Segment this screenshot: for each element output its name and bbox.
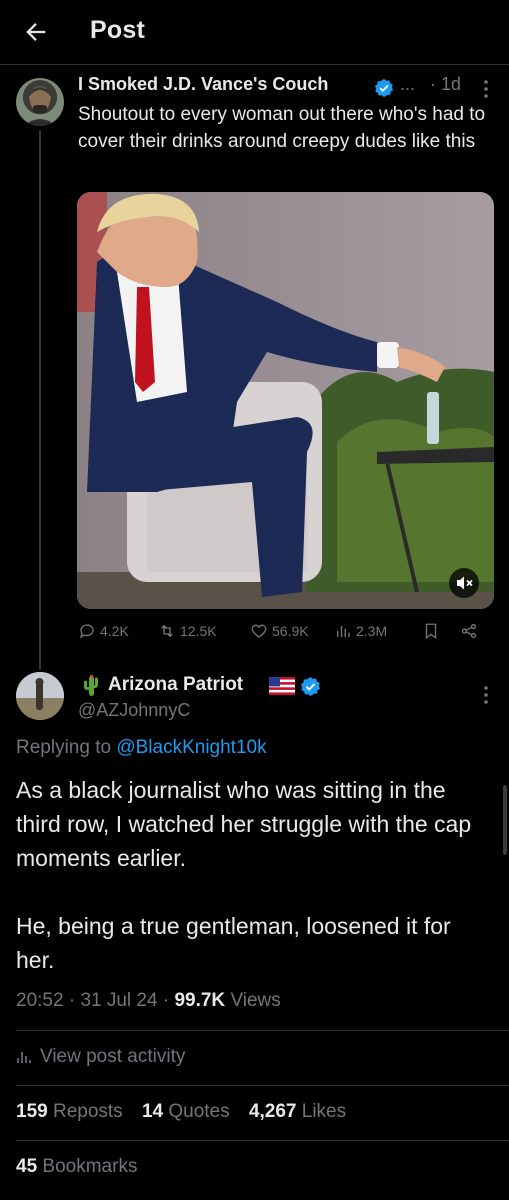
parent-author-avatar[interactable] [16,78,64,126]
views-action[interactable]: 2.3M [334,622,387,640]
reply-views-label: Views [230,990,281,1011]
reply-time[interactable]: 20:52 [16,990,64,1011]
reply-count: 4.2K [100,623,129,639]
header-divider [0,64,509,65]
share-icon [461,623,477,639]
reply-date[interactable]: 31 Jul 24 [80,990,157,1011]
likes-stat[interactable]: 4,267 Likes [249,1101,346,1122]
reply-paragraph-2: He, being a true gentleman, loosened it … [16,913,451,973]
bookmarks-stat[interactable]: 45 Bookmarks [16,1156,137,1178]
repost-action[interactable]: 12.5K [158,622,217,640]
analytics-bar-icon [17,1052,31,1063]
view-post-activity-label: View post activity [40,1046,186,1067]
bookmark-action[interactable] [422,622,440,640]
more-options-icon[interactable] [481,78,491,100]
reply-author-avatar[interactable] [16,672,64,720]
page-title: Post [90,16,145,44]
back-arrow-icon[interactable] [22,18,50,46]
engagement-stats-row: 159 Reposts 14 Quotes 4,267 Likes [16,1101,360,1123]
heart-icon [251,624,267,638]
replying-to-prefix: Replying to [16,737,112,758]
parent-post-time[interactable]: · 1d [430,74,461,95]
views-count: 2.3M [356,623,388,639]
reply-paragraph-1: As a black journalist who was sitting in… [16,777,472,871]
parent-author-name[interactable]: I Smoked J.D. Vance's Couch [78,74,328,95]
reply-author-name[interactable]: Arizona Patriot [108,674,243,696]
share-action[interactable] [460,622,478,640]
repost-count: 12.5K [180,623,217,639]
reply-icon [79,624,94,639]
mute-toggle-button[interactable] [449,568,479,598]
like-action[interactable]: 56.9K [250,622,309,640]
reply-timestamp-row: 20:52 · 31 Jul 24 · 99.7K Views [16,990,281,1011]
top-bar [0,0,509,64]
view-post-activity-button[interactable]: View post activity [16,1046,185,1068]
scrollbar-thumb[interactable] [503,785,507,855]
views-bar-chart-icon [337,625,350,637]
reply-body: As a black journalist who was sitting in… [16,773,486,977]
like-count: 56.9K [272,623,309,639]
repost-icon [161,624,173,638]
divider [16,1030,509,1031]
reply-author-handle[interactable]: @AZJohnnyC [78,700,190,721]
bookmark-icon [425,623,437,640]
quotes-stat[interactable]: 14 Quotes [142,1101,230,1122]
reposts-stat[interactable]: 159 Reposts [16,1101,123,1122]
more-options-icon[interactable] [481,684,491,706]
divider [16,1085,509,1086]
cactus-emoji-icon [80,674,102,698]
reply-views-count: 99.7K [174,990,226,1011]
reply-action[interactable]: 4.2K [78,622,129,640]
speaker-muted-icon [457,576,473,590]
post-video-thumbnail[interactable] [77,192,494,609]
parent-post-actions: 4.2K 12.5K 56.9K 2.3M [78,622,498,648]
replying-to-line: Replying to @BlackKnight10k [16,737,267,759]
verified-badge-icon [374,78,394,98]
verified-badge-icon [300,676,321,697]
divider [16,1140,509,1141]
replying-to-link[interactable]: @BlackKnight10k [116,737,266,758]
parent-post-text: Shoutout to every woman out there who's … [78,104,486,152]
name-truncation: ... [400,74,416,94]
thread-connector-line [39,130,41,670]
us-flag-icon [269,677,295,695]
